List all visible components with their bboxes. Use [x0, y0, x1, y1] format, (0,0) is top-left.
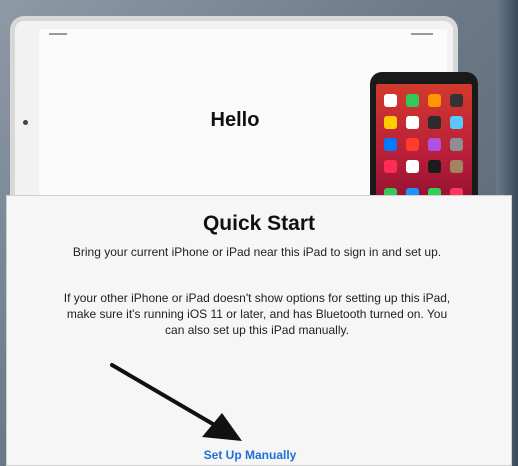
ipad-status-bar-right: [411, 33, 433, 35]
app-icon: [428, 94, 441, 107]
quick-start-troubleshooting: If your other iPhone or iPad doesn't sho…: [63, 291, 451, 337]
pointer-arrow-icon: [110, 363, 242, 441]
iphone-screen: [376, 84, 472, 206]
app-icon: [450, 116, 463, 129]
hello-greeting: Hello: [210, 109, 260, 131]
app-icon: [450, 94, 463, 107]
app-icon: [406, 116, 419, 129]
app-icon: [428, 116, 441, 129]
ipad-home-camera: [23, 120, 28, 125]
app-icon: [384, 116, 397, 129]
app-icon: [384, 138, 397, 151]
app-icon: [406, 138, 419, 151]
quick-start-instructions: Bring your current iPhone or iPad near t…: [72, 245, 442, 259]
app-icon: [428, 160, 441, 173]
app-icon: [406, 160, 419, 173]
app-icon: [406, 94, 419, 107]
app-icon: [384, 160, 397, 173]
app-icon: [384, 94, 397, 107]
app-icon: [450, 160, 463, 173]
iphone-illustration: [370, 72, 478, 206]
set-up-manually-button[interactable]: Set Up Manually: [150, 448, 350, 462]
quick-start-panel: Quick Start Bring your current iPhone or…: [6, 195, 512, 466]
app-icon: [450, 138, 463, 151]
ipad-status-bar-left: [49, 33, 67, 35]
app-icon: [428, 138, 441, 151]
quick-start-title: Quick Start: [202, 212, 316, 235]
